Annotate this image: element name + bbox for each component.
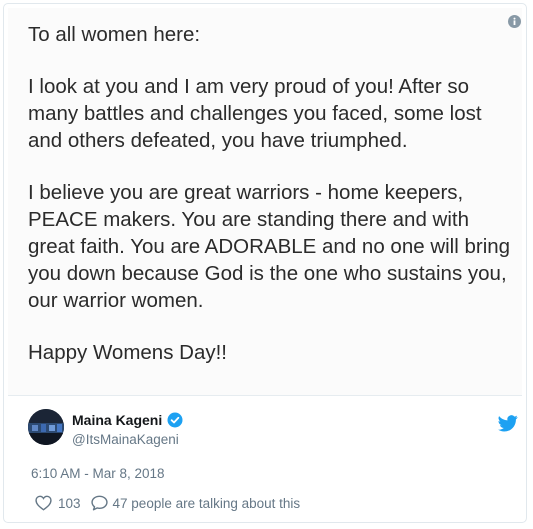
tweet-card: To all women here: I look at you and I a… — [3, 3, 527, 523]
verified-badge-icon — [167, 412, 183, 428]
tweet-timestamp[interactable]: 6:10 AM - Mar 8, 2018 — [31, 466, 165, 481]
twitter-bird-icon[interactable] — [498, 415, 518, 432]
author-name[interactable]: Maina Kageni — [72, 412, 162, 428]
avatar[interactable] — [28, 409, 64, 445]
tweet-actions: 103 47 people are talking about this — [35, 495, 300, 511]
post-paragraph: To all women here: — [28, 23, 201, 46]
name-row: Maina Kageni — [72, 412, 183, 428]
author-block: Maina Kageni @ItsMainaKageni — [28, 409, 518, 455]
info-icon[interactable] — [508, 15, 521, 28]
talking-count-link[interactable]: 47 people are talking about this — [113, 496, 301, 511]
reply-bubble-icon[interactable] — [90, 495, 108, 511]
heart-icon[interactable] — [35, 495, 52, 511]
post-paragraph: I look at you and I am very proud of you… — [28, 75, 482, 152]
tweet-media-image[interactable]: To all women here: I look at you and I a… — [8, 8, 522, 396]
post-text: To all women here: I look at you and I a… — [28, 21, 513, 366]
like-count[interactable]: 103 — [58, 496, 81, 511]
post-paragraph: I believe you are great warriors - home … — [28, 181, 511, 312]
author-handle[interactable]: @ItsMainaKageni — [72, 432, 179, 447]
post-paragraph: Happy Womens Day!! — [28, 341, 228, 364]
